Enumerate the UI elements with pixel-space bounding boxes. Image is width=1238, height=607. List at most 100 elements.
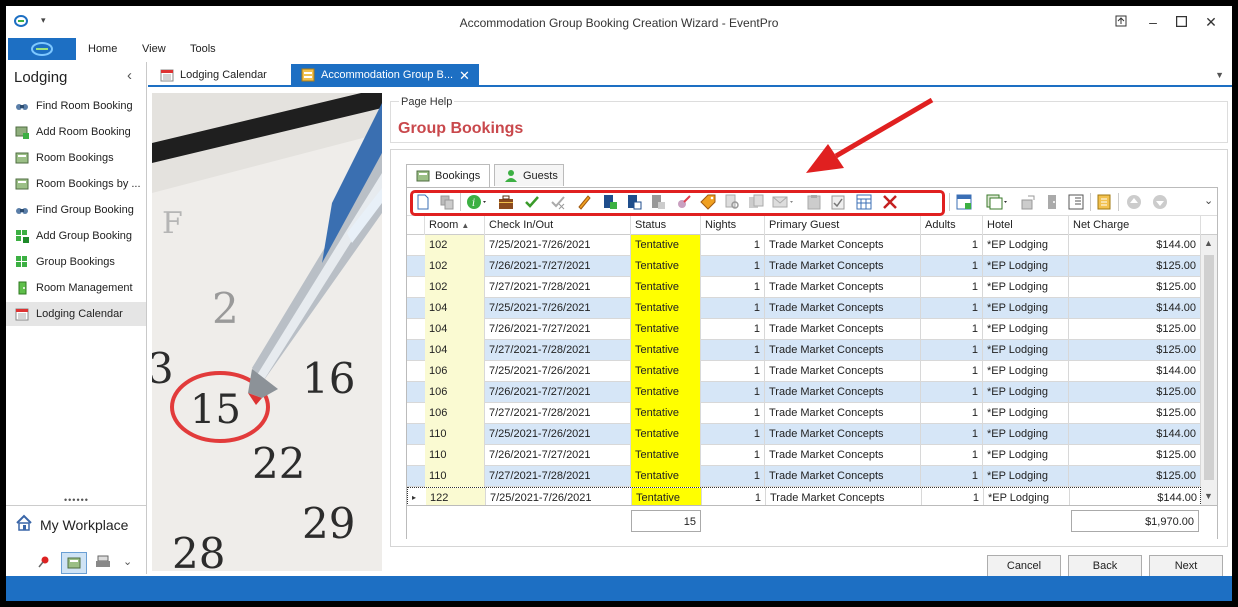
cell-status[interactable]: Tentative [631,298,701,319]
cell-check-in-out[interactable]: 7/25/2021-7/26/2021 [485,424,631,445]
nav-item-add-room-booking[interactable]: Add Room Booking [6,120,146,144]
nav-item-lodging-calendar[interactable]: Lodging Calendar [6,302,146,326]
ribbon-tab-tools[interactable]: Tools [190,43,216,55]
cell-room[interactable]: 122 [426,488,486,505]
cell-status[interactable]: Tentative [631,403,701,424]
column-header-room[interactable]: Room ▲ [425,216,485,235]
cell-primary-guest[interactable]: Trade Market Concepts [765,277,921,298]
close-tab-icon[interactable]: ✕ [459,68,470,84]
cell-primary-guest[interactable]: Trade Market Concepts [765,235,921,256]
cell-room[interactable]: 104 [425,319,485,340]
cell-adults[interactable]: 1 [921,466,983,487]
cancel-button[interactable]: Cancel [987,555,1061,577]
cell-room[interactable]: 102 [425,277,485,298]
tab-lodging-calendar[interactable]: Lodging Calendar [150,64,290,87]
cell-primary-guest[interactable]: Trade Market Concepts [765,382,921,403]
cell-adults[interactable]: 1 [921,277,983,298]
cell-primary-guest[interactable]: Trade Market Concepts [766,488,922,505]
cell-status[interactable]: Tentative [631,382,701,403]
cell-hotel[interactable]: *EP Lodging [983,403,1069,424]
pin-window-icon[interactable] [1110,12,1132,32]
nav-item-room-management[interactable]: Room Management [6,276,146,300]
column-header-primary-guest[interactable]: Primary Guest [765,216,921,235]
cell-check-in-out[interactable]: 7/26/2021-7/27/2021 [485,319,631,340]
table-row[interactable]: 106 7/27/2021-7/28/2021 Tentative 1 Trade Ma… [407,403,1201,424]
cell-primary-guest[interactable]: Trade Market Concepts [765,403,921,424]
ribbon-tab-view[interactable]: View [142,43,166,55]
cell-hotel[interactable]: *EP Lodging [983,361,1069,382]
chevron-down-icon[interactable]: ⌄ [123,555,132,568]
cell-nights[interactable]: 1 [701,445,765,466]
table-row[interactable]: 106 7/25/2021-7/26/2021 Tentative 1 Trade Ma… [407,361,1201,382]
door-icon[interactable] [1044,194,1060,210]
table-row[interactable]: 104 7/27/2021-7/28/2021 Tentative 1 Trade Ma… [407,340,1201,361]
printer-icon[interactable] [95,555,111,569]
cell-nights[interactable]: 1 [701,319,765,340]
cell-nights[interactable]: 1 [701,235,765,256]
cell-check-in-out[interactable]: 7/25/2021-7/26/2021 [486,488,632,505]
cell-room[interactable]: 102 [425,256,485,277]
column-header-hotel[interactable]: Hotel [983,216,1069,235]
cell-check-in-out[interactable]: 7/25/2021-7/26/2021 [485,235,631,256]
table-row[interactable]: 102 7/27/2021-7/28/2021 Tentative 1 Trade Ma… [407,277,1201,298]
my-workplace-button[interactable]: My Workplace [15,514,128,535]
table-row[interactable]: 102 7/26/2021-7/27/2021 Tentative 1 Trade Ma… [407,256,1201,277]
vertical-scrollbar[interactable]: ▲ ▼ [1201,235,1217,505]
nav-item-find-room-booking[interactable]: Find Room Booking [6,94,146,118]
cell-nights[interactable]: 1 [701,382,765,403]
export-dropdown-icon[interactable] [986,194,1010,210]
cell-primary-guest[interactable]: Trade Market Concepts [765,256,921,277]
column-header-net-charge[interactable]: Net Charge [1069,216,1201,235]
move-up-icon[interactable] [1126,194,1142,210]
cell-nights[interactable]: 1 [701,361,765,382]
cell-net-charge[interactable]: $125.00 [1069,256,1201,277]
cell-status[interactable]: Tentative [631,466,701,487]
cell-room[interactable]: 102 [425,235,485,256]
cell-nights[interactable]: 1 [701,298,765,319]
cell-status[interactable]: Tentative [631,277,701,298]
cell-hotel[interactable]: *EP Lodging [983,466,1069,487]
cell-adults[interactable]: 1 [921,361,983,382]
cell-check-in-out[interactable]: 7/26/2021-7/27/2021 [485,382,631,403]
cell-net-charge[interactable]: $144.00 [1069,424,1201,445]
cell-check-in-out[interactable]: 7/26/2021-7/27/2021 [485,445,631,466]
cell-room[interactable]: 106 [425,382,485,403]
cell-hotel[interactable]: *EP Lodging [983,235,1069,256]
next-button[interactable]: Next [1149,555,1223,577]
collapse-panel-icon[interactable]: ‹ [127,67,132,84]
maximize-icon[interactable] [1170,12,1192,32]
ribbon-tab-home[interactable]: Home [88,43,117,55]
report-icon[interactable] [1096,194,1112,210]
cell-adults[interactable]: 1 [921,382,983,403]
table-row[interactable]: ▸ 122 7/25/2021-7/26/2021 Tentative 1 Trade M… [407,487,1201,505]
cell-hotel[interactable]: *EP Lodging [983,340,1069,361]
close-window-icon[interactable]: ✕ [1200,12,1222,32]
pin-icon[interactable] [37,555,51,569]
table-row[interactable]: 104 7/26/2021-7/27/2021 Tentative 1 Trade Ma… [407,319,1201,340]
nav-item-add-group-booking[interactable]: Add Group Booking [6,224,146,248]
cell-status[interactable]: Tentative [632,488,702,505]
cell-hotel[interactable]: *EP Lodging [983,382,1069,403]
cell-hotel[interactable]: *EP Lodging [984,488,1070,505]
tab-accommodation-group-booking[interactable]: Accommodation Group B... ✕ [291,64,479,87]
cell-adults[interactable]: 1 [921,424,983,445]
lodging-module-button[interactable] [61,552,87,574]
nav-item-room-bookings[interactable]: Room Bookings [6,146,146,170]
scrollbar-thumb[interactable] [1204,255,1214,480]
cell-nights[interactable]: 1 [701,466,765,487]
cell-net-charge[interactable]: $144.00 [1069,235,1201,256]
cell-net-charge[interactable]: $125.00 [1069,340,1201,361]
table-row[interactable]: 110 7/25/2021-7/26/2021 Tentative 1 Trade Ma… [407,424,1201,445]
cell-check-in-out[interactable]: 7/27/2021-7/28/2021 [485,340,631,361]
cell-net-charge[interactable]: $125.00 [1069,382,1201,403]
minimize-icon[interactable]: – [1142,12,1164,32]
cell-hotel[interactable]: *EP Lodging [983,277,1069,298]
cell-hotel[interactable]: *EP Lodging [983,298,1069,319]
scroll-up-icon[interactable]: ▲ [1204,238,1213,248]
cell-primary-guest[interactable]: Trade Market Concepts [765,445,921,466]
cell-nights[interactable]: 1 [701,424,765,445]
move-icon[interactable] [1020,194,1036,210]
cell-check-in-out[interactable]: 7/27/2021-7/28/2021 [485,403,631,424]
nav-item-find-group-booking[interactable]: Find Group Booking [6,198,146,222]
cell-nights[interactable]: 1 [701,277,765,298]
